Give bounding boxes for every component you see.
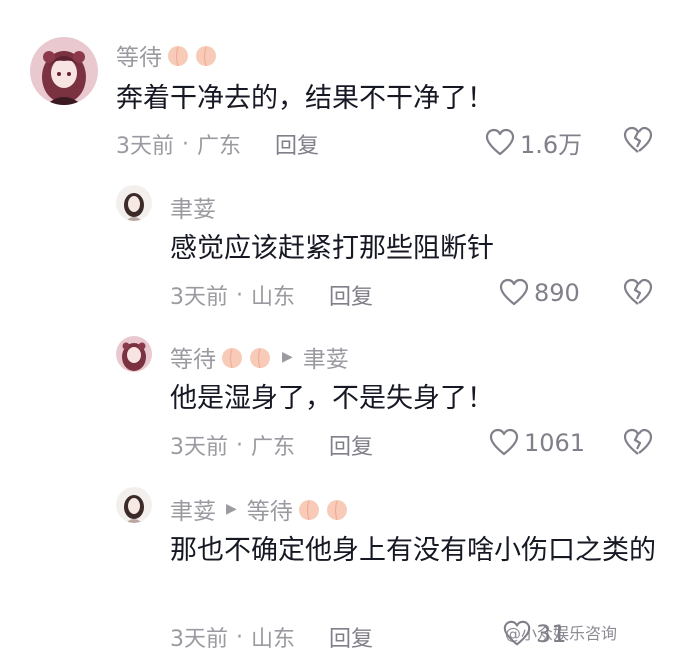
comment-meta: 3天前 · 山东 回复 bbox=[170, 279, 373, 311]
reply-button[interactable]: 回复 bbox=[275, 128, 319, 160]
like-button[interactable]: 1.6万 bbox=[484, 125, 582, 160]
reply-button[interactable]: 回复 bbox=[329, 429, 373, 461]
comment-meta: 3天前 · 广东 回复 bbox=[116, 128, 319, 160]
author-name[interactable]: 聿荽 bbox=[170, 190, 216, 224]
separator-dot: · bbox=[236, 624, 243, 650]
avatar-anime-girl[interactable] bbox=[30, 37, 98, 105]
comment-author-row: 等待 bbox=[116, 38, 218, 72]
avatar-sketch-girl[interactable] bbox=[116, 185, 152, 221]
broken-heart-icon bbox=[623, 126, 653, 153]
reply-button[interactable]: 回复 bbox=[329, 279, 373, 311]
reply-to-name[interactable]: 聿荽 bbox=[303, 340, 349, 374]
watermark: @小众娱乐咨询 bbox=[505, 624, 618, 643]
comment-meta: 3天前 · 广东 回复 bbox=[170, 429, 373, 461]
dislike-button[interactable] bbox=[622, 125, 654, 157]
like-button[interactable]: 890 bbox=[498, 277, 580, 309]
comment-text: 感觉应该赶紧打那些阻断针 bbox=[170, 233, 494, 264]
comment-location: 广东 bbox=[251, 435, 296, 460]
heart-icon bbox=[485, 128, 515, 155]
comment-location: 山东 bbox=[251, 285, 296, 310]
like-count: 890 bbox=[534, 279, 580, 307]
comment-meta: 3天前 · 山东 回复 bbox=[170, 621, 373, 653]
avatar-anime-girl[interactable] bbox=[116, 336, 152, 372]
comment-text: 他是湿身了，不是失身了！ bbox=[170, 383, 494, 414]
comment-author-row: 聿荽 ▶ 等待 bbox=[170, 492, 349, 526]
reply-to-name[interactable]: 等待 bbox=[247, 492, 293, 526]
comment-author-row: 聿荽 bbox=[170, 190, 216, 224]
comment-location: 山东 bbox=[251, 627, 296, 652]
peach-emoji-icon bbox=[325, 497, 349, 521]
separator-dot: · bbox=[236, 282, 243, 308]
dislike-button[interactable] bbox=[622, 427, 654, 459]
peach-emoji-icon bbox=[297, 497, 321, 521]
author-name[interactable]: 等待 bbox=[116, 38, 162, 72]
comment-time: 3天前 bbox=[170, 627, 228, 652]
comment-text: 那也不确定他身上有没有啥小伤口之类的 bbox=[170, 535, 656, 566]
like-count: 1061 bbox=[524, 429, 586, 457]
heart-icon bbox=[499, 278, 529, 306]
peach-emoji-icon bbox=[248, 345, 272, 369]
separator-dot: · bbox=[182, 131, 189, 157]
separator-dot: · bbox=[236, 432, 243, 458]
peach-emoji-icon bbox=[194, 43, 218, 67]
comment-time: 3天前 bbox=[170, 435, 228, 460]
like-button[interactable]: 1061 bbox=[488, 427, 585, 459]
peach-emoji-icon bbox=[220, 345, 244, 369]
peach-emoji-icon bbox=[166, 43, 190, 67]
avatar-sketch-girl[interactable] bbox=[116, 487, 152, 523]
comment-time: 3天前 bbox=[116, 134, 174, 159]
broken-heart-icon bbox=[623, 278, 653, 305]
author-name[interactable]: 等待 bbox=[170, 340, 216, 374]
comment-time: 3天前 bbox=[170, 285, 228, 310]
comment-location: 广东 bbox=[197, 134, 242, 159]
heart-icon bbox=[489, 428, 519, 456]
broken-heart-icon bbox=[623, 428, 653, 455]
reply-button[interactable]: 回复 bbox=[329, 621, 373, 653]
comment-text: 奔着干净去的，结果不干净了！ bbox=[116, 83, 494, 114]
like-count: 1.6万 bbox=[520, 131, 583, 159]
comment-author-row: 等待 ▶ 聿荽 bbox=[170, 340, 349, 374]
reply-arrow-icon: ▶ bbox=[226, 501, 237, 517]
author-name[interactable]: 聿荽 bbox=[170, 492, 216, 526]
dislike-button[interactable] bbox=[622, 277, 654, 309]
reply-arrow-icon: ▶ bbox=[282, 349, 293, 365]
